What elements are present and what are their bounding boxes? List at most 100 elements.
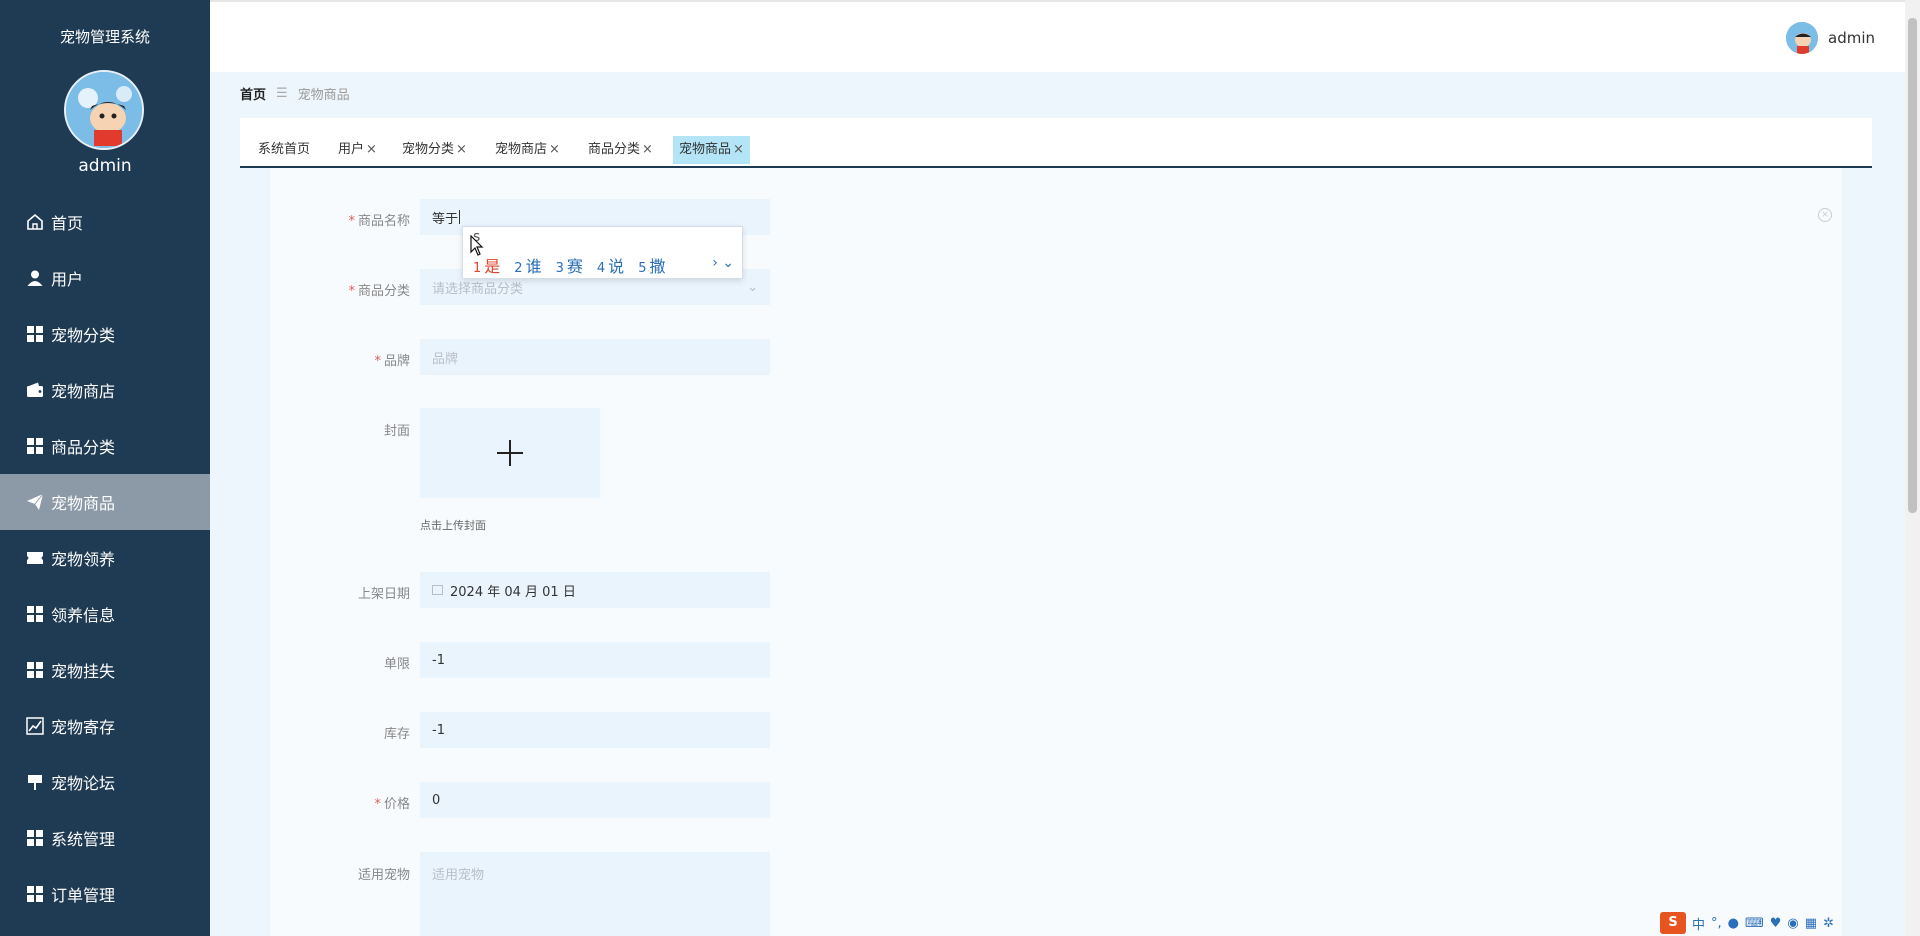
label-text: 商品名称 <box>357 214 410 229</box>
ime-candidate[interactable]: 4说 <box>597 253 624 277</box>
grid-icon <box>25 660 45 680</box>
candidate-text: 赛 <box>566 257 583 276</box>
tab-label: 用户 <box>338 142 365 157</box>
close-icon[interactable]: × <box>456 142 467 157</box>
grid-icon <box>25 436 45 456</box>
ime-page-nav[interactable]: › ⌄ <box>712 255 734 271</box>
sidebar-item-label: 宠物寄存 <box>51 718 116 737</box>
cover-upload-button[interactable] <box>420 408 600 498</box>
select-placeholder: 请选择商品分类 <box>432 281 524 297</box>
name-label: * 商品名称 <box>300 210 410 229</box>
sidebar-item-label: 商品分类 <box>51 438 116 457</box>
candidate-number: 5 <box>638 261 647 276</box>
limit-input[interactable]: -1 <box>420 642 770 678</box>
chevron-right-icon[interactable]: › <box>712 255 718 271</box>
sidebar-username: admin <box>78 156 132 176</box>
tab-pet-goods[interactable]: 宠物商品 × <box>673 136 750 164</box>
close-icon[interactable]: × <box>642 142 653 157</box>
ticket-icon <box>25 548 45 568</box>
clear-icon[interactable]: × <box>1818 208 1832 222</box>
label-text: 商品分类 <box>357 284 410 299</box>
user-menu[interactable]: admin <box>1786 22 1875 54</box>
game-icon[interactable]: ◉ <box>1787 916 1798 931</box>
brand-label: * 品牌 <box>300 350 410 369</box>
stock-input[interactable]: -1 <box>420 712 770 748</box>
sidebar-item-pet-adoption[interactable]: 宠物领养 <box>0 530 210 586</box>
sidebar-item-pet-forum[interactable]: 宠物论坛 <box>0 754 210 810</box>
scrollbar-thumb[interactable] <box>1908 18 1917 513</box>
ime-tray: S 中 °, ● ⌨ ♥ ◉ ▦ ✲ <box>1660 910 1905 936</box>
sidebar-item-label: 首页 <box>51 214 84 233</box>
grid-icon[interactable]: ▦ <box>1805 916 1817 931</box>
breadcrumb-separator-icon: ☰ <box>276 86 288 101</box>
paper-plane-icon <box>25 492 45 512</box>
chevron-down-icon[interactable]: ⌄ <box>722 255 734 271</box>
sidebar-item-adoption-info[interactable]: 领养信息 <box>0 586 210 642</box>
sidebar-item-home[interactable]: 首页 <box>0 194 210 250</box>
sidebar-item-pet-shop[interactable]: 宠物商店 <box>0 362 210 418</box>
tab-system-home[interactable]: 系统首页 <box>252 136 316 164</box>
microphone-icon[interactable]: ● <box>1728 916 1739 931</box>
punctuation-icon[interactable]: °, <box>1711 916 1722 931</box>
label-text: 品牌 <box>383 354 410 369</box>
textarea-placeholder: 适用宠物 <box>432 868 485 883</box>
ime-candidate-window: s 1是 2谁 3赛 4说 5撒 › ⌄ <box>462 226 743 279</box>
date-picker[interactable]: 2024 年 04 月 01 日 <box>420 572 770 608</box>
breadcrumb: 首页 ☰ 宠物商品 <box>240 84 350 103</box>
candidate-text: 谁 <box>525 257 542 276</box>
sidebar-item-system[interactable]: 系统管理 <box>0 810 210 866</box>
ime-candidate[interactable]: 3赛 <box>556 253 583 277</box>
tab-user[interactable]: 用户 × <box>332 136 383 164</box>
home-icon <box>25 212 45 232</box>
tab-pet-category[interactable]: 宠物分类 × <box>396 136 473 164</box>
sidebar-item-label: 宠物挂失 <box>51 662 116 681</box>
breadcrumb-home[interactable]: 首页 <box>240 84 266 103</box>
sidebar-item-label: 宠物领养 <box>51 550 116 569</box>
sidebar-item-pet-lost[interactable]: 宠物挂失 <box>0 642 210 698</box>
top-header: admin <box>210 0 1905 72</box>
sidebar-item-label: 宠物论坛 <box>51 774 116 793</box>
user-icon <box>25 268 45 288</box>
close-icon[interactable]: × <box>733 142 744 157</box>
sidebar-item-label: 宠物商品 <box>51 494 116 513</box>
grid-icon <box>25 604 45 624</box>
header-username: admin <box>1828 29 1875 47</box>
sidebar-item-orders[interactable]: 订单管理 <box>0 866 210 922</box>
applicable-pet-textarea[interactable]: 适用宠物 <box>420 852 770 936</box>
ime-candidate[interactable]: 2谁 <box>514 253 541 277</box>
sidebar-item-user[interactable]: 用户 <box>0 250 210 306</box>
tab-label: 系统首页 <box>258 142 311 157</box>
sogou-logo-icon[interactable]: S <box>1660 912 1686 934</box>
sidebar-item-pet-category[interactable]: 宠物分类 <box>0 306 210 362</box>
tab-bar: 系统首页 用户 × 宠物分类 × 宠物商店 × 商品分类 × 宠物商品 × <box>240 118 1872 168</box>
close-icon[interactable]: × <box>366 142 377 157</box>
gear-icon[interactable]: ✲ <box>1823 916 1834 931</box>
avatar <box>64 70 144 150</box>
breadcrumb-current: 宠物商品 <box>297 88 350 103</box>
tab-label: 宠物商品 <box>679 142 732 157</box>
sidebar-item-label: 宠物分类 <box>51 326 116 345</box>
calendar-icon <box>432 585 443 595</box>
tab-pet-shop[interactable]: 宠物商店 × <box>489 136 566 164</box>
keyboard-icon[interactable]: ⌨ <box>1745 916 1764 931</box>
close-icon[interactable]: × <box>549 142 560 157</box>
ime-candidate[interactable]: 5撒 <box>638 253 665 277</box>
tab-goods-category[interactable]: 商品分类 × <box>582 136 659 164</box>
sidebar-item-pet-goods[interactable]: 宠物商品 <box>0 474 210 530</box>
skin-icon[interactable]: ♥ <box>1770 916 1782 931</box>
required-mark: * <box>348 214 355 229</box>
candidate-number: 1 <box>473 261 482 276</box>
grid-icon <box>25 324 45 344</box>
plus-icon <box>497 440 523 466</box>
ime-candidate-list: 1是 2谁 3赛 4说 5撒 <box>473 253 679 277</box>
candidate-text: 是 <box>484 257 501 276</box>
input-value: -1 <box>432 652 445 668</box>
sidebar-item-pet-boarding[interactable]: 宠物寄存 <box>0 698 210 754</box>
price-input[interactable]: 0 <box>420 782 770 818</box>
brand-input[interactable]: 品牌 <box>420 339 770 375</box>
page-scrollbar[interactable] <box>1905 0 1920 936</box>
ime-language[interactable]: 中 <box>1692 914 1705 933</box>
date-label: 上架日期 <box>357 587 410 602</box>
sidebar-item-goods-category[interactable]: 商品分类 <box>0 418 210 474</box>
chevron-down-icon: ⌄ <box>747 279 758 295</box>
